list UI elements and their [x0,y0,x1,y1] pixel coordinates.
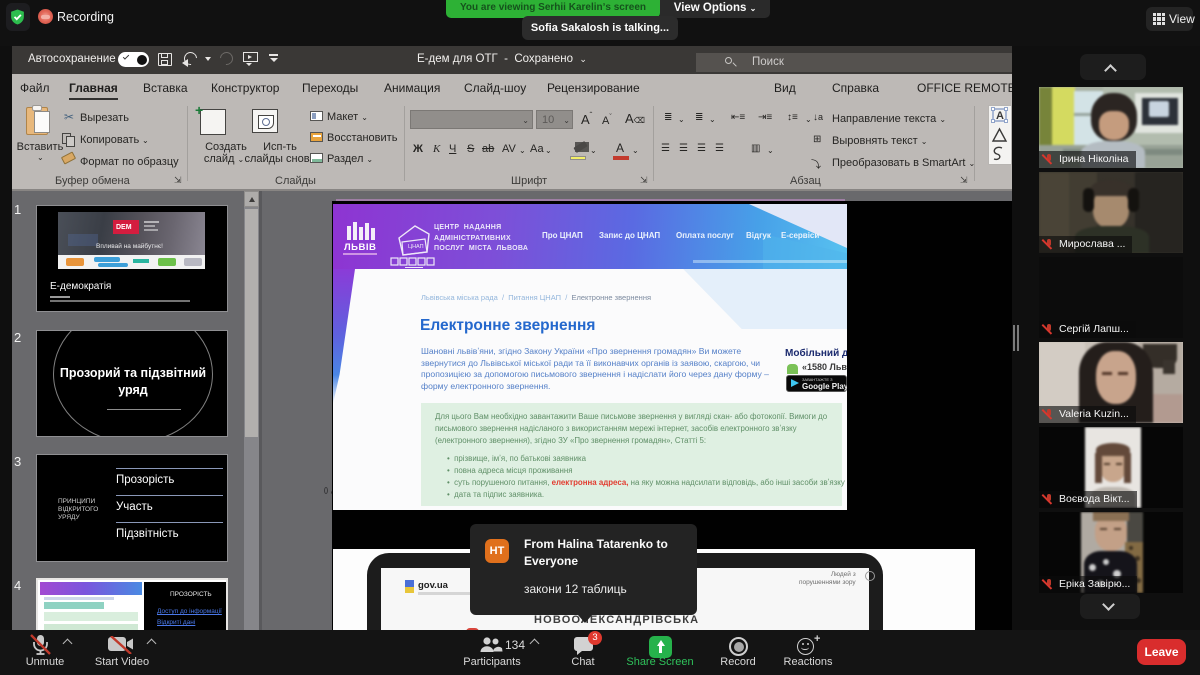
svg-text:ЦНАП: ЦНАП [408,244,424,250]
svg-text:A: A [996,110,1004,122]
